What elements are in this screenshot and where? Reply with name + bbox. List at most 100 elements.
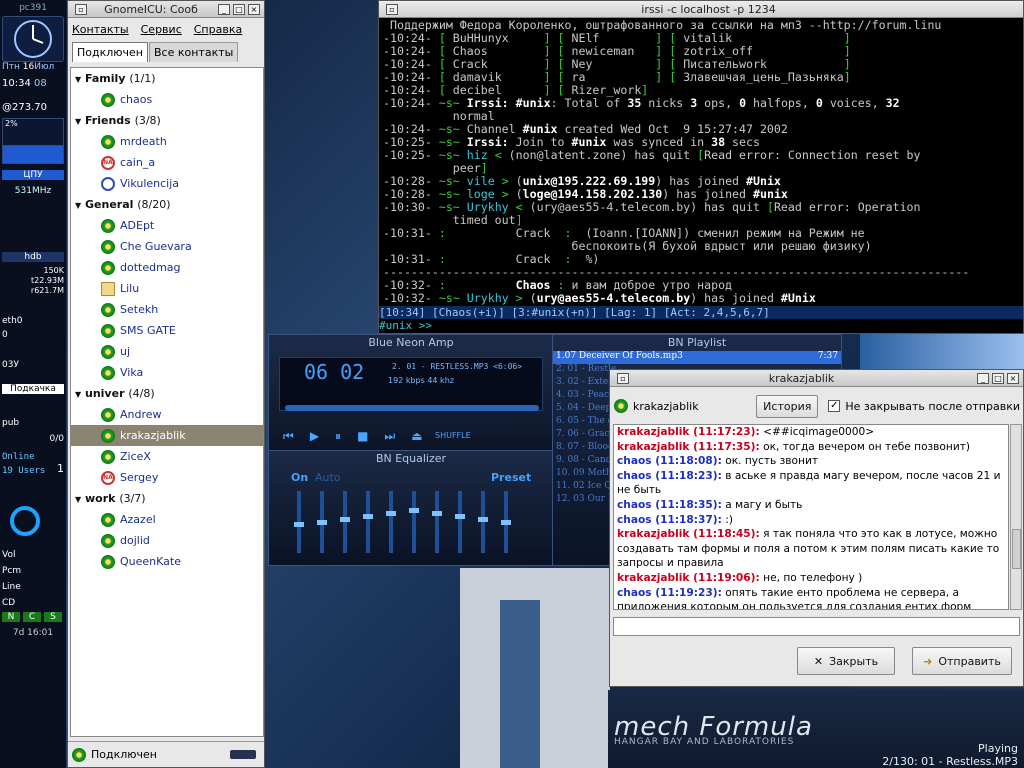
- now-playing-track: 2/130: 01 - Restless.MP3: [882, 755, 1018, 768]
- previous-icon[interactable]: ⏮: [283, 429, 294, 444]
- expand-arrow-icon[interactable]: ▼: [75, 489, 85, 510]
- eq-auto-button[interactable]: Auto: [315, 471, 341, 484]
- eq-slider-knob[interactable]: [455, 514, 465, 519]
- contact-group[interactable]: ▼ General (8/20): [71, 194, 263, 215]
- expand-arrow-icon[interactable]: ▼: [75, 195, 85, 216]
- online-count: 1: [57, 462, 64, 475]
- shuffle-button[interactable]: SHUFFLE: [435, 431, 471, 440]
- send-button[interactable]: ➜ Отправить: [912, 647, 1012, 675]
- contact-item[interactable]: chaos: [71, 89, 263, 110]
- irssi-line: -10:24- ~s~ Irssi: #unix: Total of 35 ni…: [383, 96, 900, 110]
- amp-seek-bar[interactable]: [285, 405, 539, 411]
- contact-item[interactable]: QueenKate: [71, 551, 263, 572]
- contact-item[interactable]: krakazjablik: [71, 425, 263, 446]
- menu-help[interactable]: Справка: [194, 23, 242, 36]
- window-menu-icon[interactable]: ▫: [75, 3, 87, 15]
- history-button[interactable]: История: [756, 394, 819, 418]
- contact-group[interactable]: ▼ Friends (3/8): [71, 110, 263, 131]
- expand-arrow-icon[interactable]: ▼: [75, 111, 85, 132]
- contact-item[interactable]: Che Guevara: [71, 236, 263, 257]
- playlist-title[interactable]: BN Playlist: [553, 335, 841, 351]
- eq-slider-knob[interactable]: [409, 508, 419, 513]
- maximize-icon[interactable]: □: [992, 372, 1004, 384]
- contact-item[interactable]: dojlid: [71, 530, 263, 551]
- message-input[interactable]: [613, 617, 1020, 636]
- contact-item[interactable]: Vikulencija: [71, 173, 263, 194]
- tab-online[interactable]: Подключен: [72, 42, 148, 62]
- next-icon[interactable]: ⏭: [384, 429, 395, 444]
- eq-slider-knob[interactable]: [501, 520, 511, 525]
- play-icon[interactable]: ▶: [310, 429, 319, 444]
- status-bar[interactable]: Подключен: [68, 741, 264, 767]
- chat-scrollbar[interactable]: [1010, 424, 1022, 610]
- scrollbar-thumb[interactable]: [1012, 529, 1021, 569]
- tab-all-contacts[interactable]: Все контакты: [149, 42, 239, 62]
- minimize-icon[interactable]: _: [218, 3, 230, 15]
- eq-preset-button[interactable]: Preset: [491, 471, 531, 484]
- contact-item[interactable]: dottedmag: [71, 257, 263, 278]
- eq-band-slider[interactable]: [455, 491, 465, 553]
- gnomeicu-titlebar[interactable]: ▫ GnomeICU: Сооб _ □ ×: [68, 1, 264, 18]
- eq-slider-knob[interactable]: [363, 514, 373, 519]
- close-icon[interactable]: ×: [1007, 372, 1019, 384]
- eq-band-slider[interactable]: [501, 491, 511, 553]
- pause-icon[interactable]: ⏸: [335, 429, 341, 444]
- contact-item[interactable]: NA Sergey: [71, 467, 263, 488]
- contact-item[interactable]: Vika: [71, 362, 263, 383]
- amp-title[interactable]: Blue Neon Amp: [269, 335, 553, 351]
- eq-band-slider[interactable]: [478, 491, 488, 553]
- close-button[interactable]: ✕ Закрыть: [797, 647, 895, 675]
- eq-band-slider[interactable]: [386, 491, 396, 553]
- contact-item[interactable]: NA cain_a: [71, 152, 263, 173]
- eq-band-slider[interactable]: [363, 491, 373, 553]
- eye-icon[interactable]: [10, 506, 40, 536]
- keep-open-checkbox[interactable]: ✓ Не закрывать после отправки: [828, 400, 1020, 413]
- eq-band-slider[interactable]: [294, 491, 304, 553]
- close-icon[interactable]: ×: [248, 3, 260, 15]
- minimize-icon[interactable]: _: [977, 372, 989, 384]
- eq-band-slider[interactable]: [409, 491, 419, 553]
- menu-contacts[interactable]: Контакты: [72, 23, 129, 36]
- eq-slider-knob[interactable]: [317, 520, 327, 525]
- irssi-input[interactable]: #unix >>: [379, 319, 1023, 333]
- contact-item[interactable]: ZiceX: [71, 446, 263, 467]
- now-playing-label: Playing: [978, 742, 1018, 755]
- contact-group[interactable]: ▼ univer (4/8): [71, 383, 263, 404]
- expand-arrow-icon[interactable]: ▼: [75, 384, 85, 405]
- eq-band-slider[interactable]: [432, 491, 442, 553]
- contact-name: Andrew: [120, 408, 162, 421]
- playlist-current-item[interactable]: 1.07 Deceiver Of Fools.mp3 7:37: [553, 351, 841, 364]
- time-label: 10:34: [2, 78, 31, 89]
- eq-on-button[interactable]: On: [291, 471, 308, 484]
- contact-group[interactable]: ▼ Family (1/1): [71, 68, 263, 89]
- eq-slider-knob[interactable]: [294, 522, 304, 527]
- contact-item[interactable]: Setekh: [71, 299, 263, 320]
- eq-title[interactable]: BN Equalizer: [269, 451, 553, 467]
- contact-item[interactable]: mrdeath: [71, 131, 263, 152]
- eq-slider-knob[interactable]: [432, 511, 442, 516]
- contact-item[interactable]: uj: [71, 341, 263, 362]
- contact-item[interactable]: ADEpt: [71, 215, 263, 236]
- stop-icon[interactable]: ■: [357, 429, 368, 444]
- contact-item[interactable]: SMS GATE: [71, 320, 263, 341]
- maximize-icon[interactable]: □: [233, 3, 245, 15]
- contact-item[interactable]: Azazel: [71, 509, 263, 530]
- window-menu-icon[interactable]: ▫: [617, 372, 629, 384]
- eq-band-slider[interactable]: [317, 491, 327, 553]
- window-menu-icon[interactable]: ▫: [386, 3, 398, 15]
- expand-arrow-icon[interactable]: ▼: [75, 69, 85, 90]
- irssi-titlebar[interactable]: ▫ irssi -c localhost -p 1234: [379, 1, 1023, 18]
- contact-item[interactable]: Lilu: [71, 278, 263, 299]
- menu-service[interactable]: Сервис: [141, 23, 182, 36]
- eject-icon[interactable]: ⏏: [411, 429, 422, 444]
- chat-titlebar[interactable]: ▫ krakazjablik _ □ ×: [610, 370, 1023, 387]
- contact-group[interactable]: ▼ work (3/7): [71, 488, 263, 509]
- group-count: (4/8): [128, 387, 155, 400]
- message-text: ок. пусть звонит: [725, 455, 819, 468]
- eq-band-slider[interactable]: [340, 491, 350, 553]
- eq-slider-knob[interactable]: [386, 511, 396, 516]
- eq-slider-knob[interactable]: [478, 517, 488, 522]
- amp-display: 06 02 2. 01 - RESTLESS.MP3 <6:06> 192 kb…: [279, 357, 543, 411]
- eq-slider-knob[interactable]: [340, 517, 350, 522]
- contact-item[interactable]: Andrew: [71, 404, 263, 425]
